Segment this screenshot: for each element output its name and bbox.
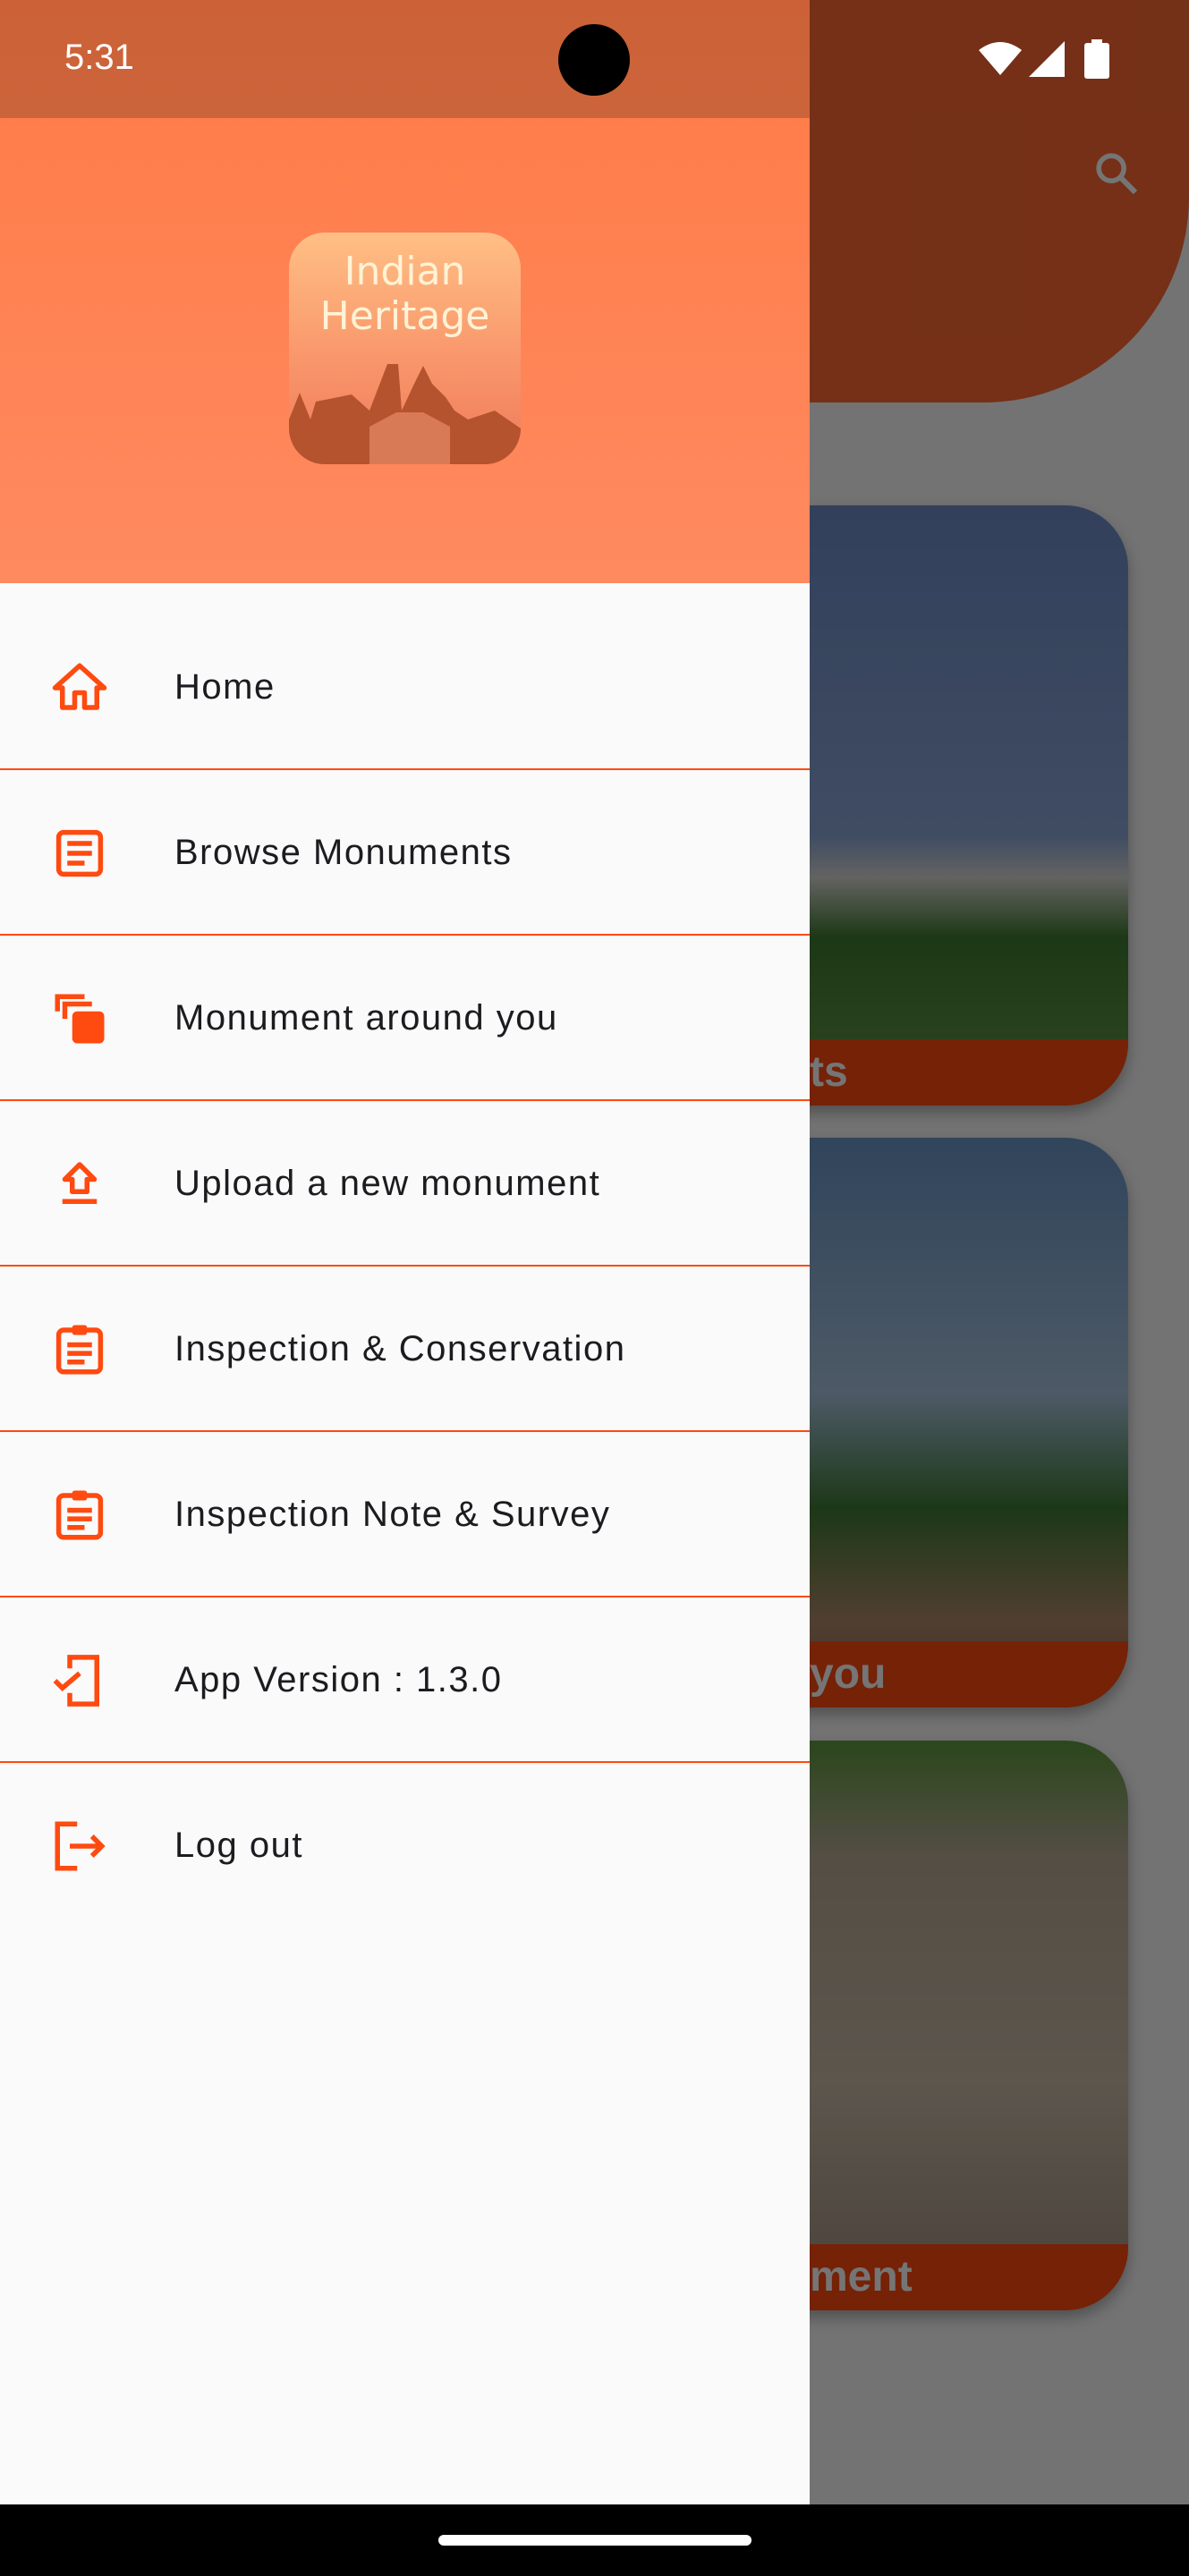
drawer-item-inspection-conservation[interactable]: Inspection & Conservation	[0, 1267, 810, 1432]
home-gesture-handle[interactable]	[438, 2535, 752, 2546]
drawer-item-log-out[interactable]: Log out	[0, 1763, 810, 1928]
drawer-item-label: Upload a new monument	[174, 1164, 601, 1203]
logout-icon	[55, 1821, 106, 1871]
drawer-item-label: App Version : 1.3.0	[174, 1660, 503, 1699]
library-icon	[55, 994, 105, 1044]
drawer-item-inspection-note-survey[interactable]: Inspection Note & Survey	[0, 1432, 810, 1597]
camera-cutout	[558, 24, 630, 96]
home-icon	[52, 663, 107, 710]
drawer-item-browse-monuments[interactable]: Browse Monuments	[0, 770, 810, 936]
system-navigation-bar	[0, 2504, 1189, 2576]
drawer-item-home[interactable]: Home	[0, 605, 810, 770]
battery-icon	[1084, 39, 1109, 79]
drawer-item-label: Log out	[174, 1826, 303, 1865]
clipboard-icon	[55, 1490, 104, 1540]
drawer-item-app-version[interactable]: App Version : 1.3.0	[0, 1597, 810, 1763]
clipboard-icon	[55, 1325, 104, 1375]
drawer-item-monument-around-you[interactable]: Monument around you	[0, 936, 810, 1101]
drawer-item-label: Browse Monuments	[174, 833, 513, 872]
status-time: 5:31	[64, 38, 134, 77]
logo-text: Indian	[344, 249, 466, 294]
upload-icon	[62, 1162, 98, 1204]
wifi-icon	[979, 42, 1022, 75]
drawer-item-upload-monument[interactable]: Upload a new monument	[0, 1101, 810, 1267]
article-icon	[55, 829, 104, 877]
navigation-drawer: Indian Heritage Home Browse Monuments Mo…	[0, 0, 810, 2504]
drawer-item-label: Inspection & Conservation	[174, 1329, 626, 1368]
monuments-silhouette	[289, 364, 521, 464]
status-bar: 5:31	[0, 0, 1189, 118]
logo-text: Heritage	[319, 293, 490, 339]
drawer-item-label: Monument around you	[174, 998, 558, 1038]
mobile-check-icon	[53, 1655, 99, 1707]
app-logo: Indian Heritage	[289, 233, 521, 464]
drawer-item-label: Home	[174, 667, 276, 707]
signal-icon	[1029, 41, 1065, 77]
drawer-item-label: Inspection Note & Survey	[174, 1495, 611, 1534]
